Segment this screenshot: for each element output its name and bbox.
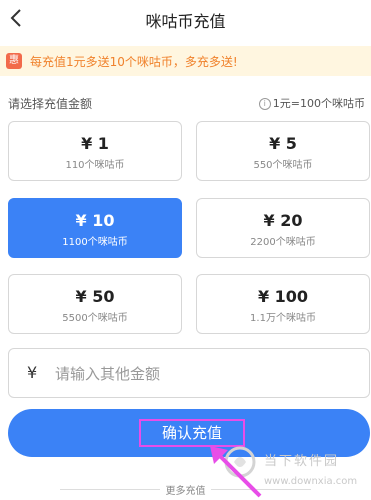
watermark-text: 当下软件园: [264, 454, 340, 469]
option-amount: ¥ 5: [269, 134, 297, 153]
exchange-rate-text: 1元=100个咪咕币: [272, 97, 365, 110]
custom-amount-field[interactable]: ¥: [8, 348, 370, 398]
option-coins: 1100个咪咕币: [62, 237, 128, 248]
option-coins: 550个咪咕币: [253, 160, 313, 171]
option-coins: 110个咪咕币: [65, 160, 125, 171]
option-amount: ¥ 10: [75, 211, 115, 230]
amount-option-10[interactable]: ¥ 10 1100个咪咕币: [8, 198, 182, 258]
promo-badge: 惠: [6, 53, 22, 69]
promo-text: 每充值1元多送10个咪咕币，多充多送!: [30, 55, 238, 69]
option-amount: ¥ 20: [263, 211, 303, 230]
amount-option-1[interactable]: ¥ 1 110个咪咕币: [8, 121, 182, 181]
info-icon[interactable]: i: [258, 98, 271, 110]
top-bar: 咪咕币充值: [0, 0, 371, 36]
option-amount: ¥ 100: [257, 287, 309, 306]
watermark-url: www.downxia.com: [264, 476, 358, 487]
option-coins: 2200个咪咕币: [250, 237, 316, 248]
amount-option-5[interactable]: ¥ 5 550个咪咕币: [196, 121, 370, 181]
pointer-arrow-icon: [210, 446, 262, 498]
option-amount: ¥ 1: [81, 134, 109, 153]
exchange-rate: i 1元=100个咪咕币: [258, 95, 365, 111]
promo-banner: 惠 每充值1元多送10个咪咕币，多充多送!: [0, 46, 371, 76]
page-title: 咪咕币充值: [145, 12, 226, 31]
amount-option-100[interactable]: ¥ 100 1.1万个咪咕币: [196, 274, 370, 334]
amount-option-50[interactable]: ¥ 50 5500个咪咕币: [8, 274, 182, 334]
option-coins: 5500个咪咕币: [62, 313, 128, 324]
amount-section-label: 请选择充值金额: [8, 97, 93, 111]
option-amount: ¥ 50: [75, 287, 115, 306]
amount-option-20[interactable]: ¥ 20 2200个咪咕币: [196, 198, 370, 258]
currency-symbol: ¥: [27, 363, 38, 382]
option-coins: 1.1万个咪咕币: [250, 313, 316, 324]
custom-amount-input[interactable]: [53, 361, 357, 387]
